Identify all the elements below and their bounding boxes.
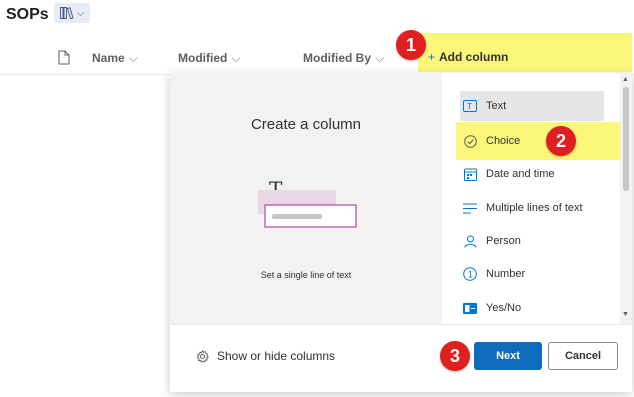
column-preview-pane: Create a column T Set a single line of t… [170, 73, 442, 324]
chevron-down-icon: ⌵ [231, 51, 241, 65]
step-badge-1: 1 [396, 30, 426, 60]
column-header-modified[interactable]: Modified ⌵ [178, 51, 240, 66]
scroll-down-icon[interactable]: ▼ [622, 311, 629, 318]
show-hide-columns-link[interactable]: Show or hide columns [196, 349, 335, 363]
preview-description: Set a single line of text [260, 270, 352, 280]
choice-check-icon [460, 134, 480, 148]
calendar-icon [460, 168, 480, 181]
person-icon [460, 235, 480, 248]
add-column-button[interactable]: + Add column [428, 50, 508, 64]
column-type-number[interactable]: 1 Number [460, 259, 604, 289]
column-type-date-time[interactable]: Date and time [460, 159, 604, 189]
cancel-button[interactable]: Cancel [548, 342, 618, 370]
step-badge-3: 3 [440, 341, 470, 371]
column-header-modified-by[interactable]: Modified By ⌵ [303, 51, 384, 66]
column-type-multiple-lines[interactable]: Multiple lines of text [460, 193, 620, 223]
next-button[interactable]: Next [474, 342, 542, 370]
view-switcher-button[interactable]: ⌵ [54, 3, 90, 23]
column-type-list[interactable]: T Text Choice Date and time Multiple lin… [444, 73, 622, 324]
number-icon: 1 [460, 267, 480, 281]
svg-text:T: T [467, 102, 472, 111]
chevron-down-icon: ⌵ [76, 7, 85, 19]
step-badge-2: 2 [546, 126, 576, 156]
column-header-name[interactable]: Name ⌵ [92, 51, 138, 66]
column-header-row: Name ⌵ Modified ⌵ Modified By ⌵ [0, 40, 634, 75]
chevron-down-icon: ⌵ [375, 51, 385, 65]
panel-title: Create a column [250, 116, 362, 133]
scroll-thumb[interactable] [623, 87, 629, 191]
text-field-icon: T [460, 100, 480, 112]
column-type-yes-no[interactable]: Yes/No [460, 293, 604, 323]
file-type-icon[interactable] [58, 50, 70, 65]
library-view-icon [59, 7, 74, 19]
multiline-icon [460, 203, 480, 214]
column-type-choice[interactable]: Choice [460, 126, 604, 156]
gear-icon [196, 349, 209, 363]
chevron-down-icon: ⌵ [128, 51, 138, 65]
create-column-panel: Create a column T Set a single line of t… [170, 73, 632, 392]
column-type-person[interactable]: Person [460, 226, 604, 256]
library-title: SOPs [6, 6, 49, 23]
column-type-text[interactable]: T Text [460, 91, 604, 121]
scroll-up-icon[interactable]: ▲ [622, 76, 629, 83]
svg-text:1: 1 [468, 270, 473, 280]
plus-icon: + [428, 50, 436, 64]
yes-no-icon [460, 302, 480, 314]
text-field-illustration: T [258, 177, 357, 228]
